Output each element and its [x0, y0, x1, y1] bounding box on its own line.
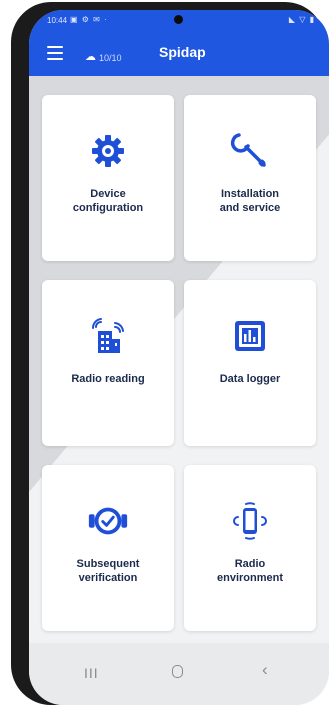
tile-label: Subsequent verification: [76, 558, 140, 584]
status-time: 10:44: [47, 16, 68, 25]
main-content: Device configuration Installation and serv…: [29, 76, 329, 643]
vibrating-phone-icon: [228, 499, 272, 543]
home-button[interactable]: [172, 665, 183, 678]
system-status-icons: ◣ ▽ ▮: [288, 15, 315, 24]
tile-label: Device configuration: [72, 188, 144, 214]
sync-indicator: ☁ 10/10: [85, 52, 122, 63]
status-bar: 10:44 ▣ ⚙ ✉ · ◣ ▽ ▮: [29, 10, 329, 32]
notification-icons: ▣ ⚙ ✉ ·: [70, 15, 108, 24]
device-configuration-tile[interactable]: Device configuration: [42, 95, 174, 261]
wrench-icon: [228, 129, 272, 173]
screen: 10:44 ▣ ⚙ ✉ · ◣ ▽ ▮ ☁ 10/10 Spidap Devic…: [29, 10, 329, 705]
back-button[interactable]: ‹: [262, 660, 268, 680]
phone-frame: 10:44 ▣ ⚙ ✉ · ◣ ▽ ▮ ☁ 10/10 Spidap Devic…: [11, 2, 329, 705]
app-bar: ☁ 10/10 Spidap: [29, 32, 329, 76]
radio-building-icon: [86, 314, 130, 358]
radio-environment-tile[interactable]: Radio environment: [184, 465, 316, 631]
tile-label: Data logger: [219, 373, 281, 385]
recents-button[interactable]: III: [84, 665, 99, 681]
tile-label: Installation and service: [219, 188, 281, 214]
data-logger-icon: [228, 314, 272, 358]
sync-count: 10/10: [99, 52, 122, 63]
verification-badge-icon: [86, 499, 130, 543]
gear-icon: [86, 129, 130, 173]
subsequent-verification-tile[interactable]: Subsequent verification: [42, 465, 174, 631]
tile-label: Radio reading: [71, 373, 145, 385]
data-logger-tile[interactable]: Data logger: [184, 280, 316, 446]
installation-and-service-tile[interactable]: Installation and service: [184, 95, 316, 261]
system-nav-bar: III ‹: [29, 643, 329, 705]
page-title: Spidap: [159, 44, 206, 60]
cloud-icon: ☁: [85, 51, 96, 63]
radio-reading-tile[interactable]: Radio reading: [42, 280, 174, 446]
tile-label: Radio environment: [216, 558, 283, 584]
hamburger-menu-icon[interactable]: [47, 46, 63, 60]
front-camera: [174, 15, 183, 24]
